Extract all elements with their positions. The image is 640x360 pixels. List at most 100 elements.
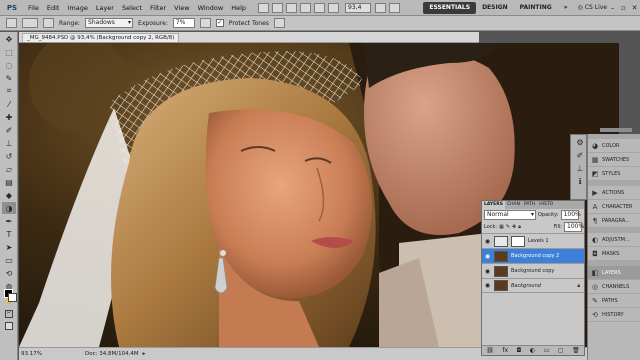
menu-file[interactable]: File <box>24 4 43 12</box>
pen-tool-icon[interactable]: ✒ <box>2 215 16 227</box>
dock-paragraph[interactable]: ¶ PARAGRA... <box>588 214 640 228</box>
new-group-icon[interactable]: ▭ <box>544 347 550 354</box>
workspace-painting[interactable]: PAINTING <box>514 2 558 14</box>
document-tab[interactable]: _MG_9484.PSD @ 93,4% (Background copy 2,… <box>22 32 180 42</box>
range-select[interactable]: Shadows <box>85 18 134 28</box>
status-menu-arrow-icon[interactable]: ▸ <box>143 351 146 357</box>
layer-mask-thumbnail[interactable] <box>511 235 525 247</box>
new-layer-icon[interactable]: ▢ <box>558 347 564 354</box>
tablet-pressure-icon[interactable] <box>273 18 285 28</box>
move-tool-icon[interactable]: ✥ <box>2 33 16 45</box>
zoom-tool-icon[interactable] <box>314 2 326 13</box>
panel-collapse-bar[interactable] <box>600 128 632 132</box>
exposure-field[interactable]: 7% <box>172 18 195 28</box>
workspace-essentials[interactable]: ESSENTIALS <box>423 1 477 14</box>
menu-help[interactable]: Help <box>227 4 250 12</box>
tab-paths[interactable]: PATH <box>522 201 537 209</box>
brush-presets-icon[interactable]: ✐ <box>573 149 587 161</box>
marquee-tool-icon[interactable]: ⬚ <box>2 46 16 58</box>
dodge-tool-preset-icon[interactable] <box>6 18 17 28</box>
rotate-view-icon[interactable] <box>328 2 340 13</box>
blur-tool-icon[interactable]: ◆ <box>2 189 16 201</box>
dock-actions[interactable]: ▶ ACTIONS <box>588 186 640 200</box>
brush-panel-icon[interactable] <box>43 18 54 28</box>
cs-live[interactable]: ◎ CS Live <box>578 4 607 11</box>
menu-window[interactable]: Window <box>194 4 228 12</box>
shape-tool-icon[interactable]: ▭ <box>2 254 16 266</box>
eyedropper-tool-icon[interactable]: ⁄ <box>2 98 16 110</box>
clone-stamp-tool-icon[interactable]: ⊥ <box>2 137 16 149</box>
restore-icon[interactable]: ▫ <box>618 3 629 13</box>
menu-view[interactable]: View <box>170 4 193 12</box>
new-adjustment-icon[interactable]: ◐ <box>530 347 535 354</box>
lasso-tool-icon[interactable]: ◌ <box>2 59 16 71</box>
brush-tool-icon[interactable]: ✐ <box>2 124 16 136</box>
quick-mask-icon[interactable] <box>5 310 13 318</box>
type-tool-icon[interactable]: T <box>2 228 16 240</box>
protect-tones-checkbox[interactable]: ✓ <box>215 19 224 27</box>
add-mask-icon[interactable]: ◘ <box>517 347 522 354</box>
dock-history[interactable]: ⟲ HISTORY <box>588 308 640 322</box>
quick-select-tool-icon[interactable]: ✎ <box>2 72 16 84</box>
lock-pixels-icon[interactable]: ✎ <box>506 224 510 230</box>
dock-masks[interactable]: ◘ MASKS <box>588 247 640 261</box>
workspace-more[interactable]: » <box>558 2 574 14</box>
dock-layers[interactable]: ◧ LAYERS <box>588 266 640 280</box>
dock-adjustments[interactable]: ◐ ADJUSTM... <box>588 233 640 247</box>
tab-channels[interactable]: CHAN <box>505 201 522 209</box>
visibility-eye-icon[interactable]: ◉ <box>484 238 491 245</box>
dodge-tool-icon[interactable]: ◑ <box>2 202 16 214</box>
menu-edit[interactable]: Edit <box>43 4 64 12</box>
tool-presets-icon[interactable]: ⚙ <box>573 136 587 148</box>
history-brush-tool-icon[interactable]: ↺ <box>2 150 16 162</box>
layer-row-levels[interactable]: ◉ Levels 1 <box>482 233 584 248</box>
menu-layer[interactable]: Layer <box>92 4 118 12</box>
dock-styles[interactable]: ◩ STYLES <box>588 167 640 181</box>
clone-source-icon[interactable]: ⊥ <box>573 162 587 174</box>
minimize-icon[interactable]: – <box>607 3 618 13</box>
tab-history[interactable]: HISTO <box>537 201 555 209</box>
3d-rotate-tool-icon[interactable]: ⟲ <box>2 267 16 279</box>
arrange-documents-icon[interactable] <box>375 2 387 13</box>
eraser-tool-icon[interactable]: ▱ <box>2 163 16 175</box>
dock-character[interactable]: A CHARACTER <box>588 200 640 214</box>
gradient-tool-icon[interactable]: ▤ <box>2 176 16 188</box>
crop-tool-icon[interactable]: ⌗ <box>2 85 16 97</box>
dock-paths[interactable]: ✎ PATHS <box>588 294 640 308</box>
workspace-design[interactable]: DESIGN <box>476 2 514 14</box>
minibridge-icon[interactable] <box>272 2 284 13</box>
fill-field[interactable]: 100% <box>564 222 584 232</box>
screen-mode-icon[interactable] <box>389 2 401 13</box>
path-select-tool-icon[interactable]: ➤ <box>2 241 16 253</box>
layer-row-background-copy-2[interactable]: ◉ Background copy 2 <box>482 248 584 263</box>
bridge-icon[interactable] <box>258 2 270 13</box>
zoom-level[interactable]: 93.17% <box>19 351 45 357</box>
layer-style-icon[interactable]: fx <box>502 347 508 354</box>
opacity-field[interactable]: 100% <box>560 210 581 220</box>
lock-all-icon[interactable]: 🔒︎ <box>518 224 521 230</box>
healing-brush-tool-icon[interactable]: ✚ <box>2 111 16 123</box>
dock-channels[interactable]: ◎ CHANNELS <box>588 280 640 294</box>
zoom-select[interactable]: 93,4 <box>345 2 372 13</box>
background-color-swatch[interactable] <box>8 293 17 302</box>
tab-layers[interactable]: LAYERS <box>482 201 505 209</box>
delete-layer-icon[interactable]: 🗑︎ <box>572 347 580 354</box>
menu-filter[interactable]: Filter <box>146 4 170 12</box>
hand-tool-icon[interactable] <box>300 2 312 13</box>
link-layers-icon[interactable]: ⛓ <box>486 347 494 354</box>
menu-image[interactable]: Image <box>63 4 91 12</box>
close-icon[interactable]: ✕ <box>629 3 640 13</box>
blend-mode-select[interactable]: Normal <box>484 210 536 220</box>
lock-transparent-icon[interactable]: ▦ <box>499 224 504 230</box>
dock-swatches[interactable]: ▦ SWATCHES <box>588 153 640 167</box>
layer-row-background[interactable]: ◉ Background 🔒︎ <box>482 278 584 293</box>
layer-row-background-copy[interactable]: ◉ Background copy <box>482 263 584 278</box>
lock-position-icon[interactable]: ✥ <box>512 224 516 230</box>
visibility-eye-icon[interactable]: ◉ <box>484 268 491 275</box>
dock-color[interactable]: ◕ COLOR <box>588 139 640 153</box>
extras-icon[interactable] <box>286 2 298 13</box>
screen-mode-toggle-icon[interactable] <box>5 322 13 330</box>
airbrush-icon[interactable] <box>199 18 211 28</box>
brush-preset-picker-icon[interactable] <box>22 18 38 28</box>
visibility-eye-icon[interactable]: ◉ <box>484 253 491 260</box>
